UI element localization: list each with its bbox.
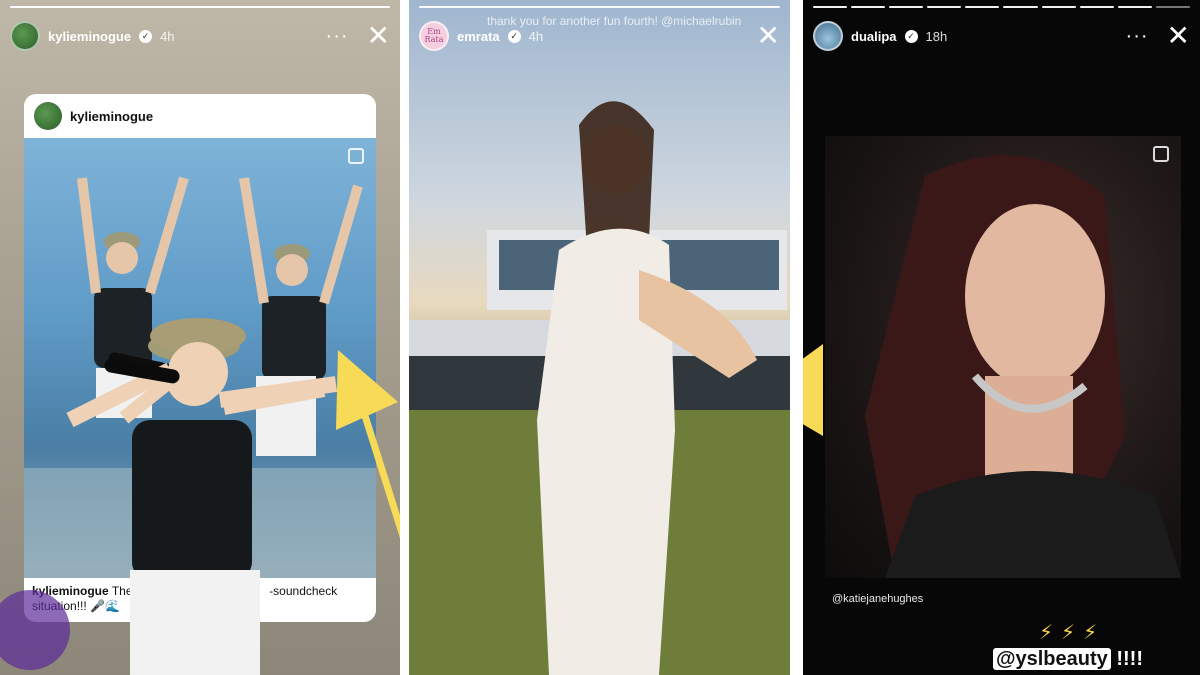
story-username[interactable]: emrata [457,29,500,44]
highlight-arrow-icon [803,344,823,436]
story-time: 4h [528,28,544,44]
story-dualipa[interactable]: dualipa ✓ 18h ··· ✕ @katiejanehughes ⚡⚡⚡… [803,0,1200,675]
highlight-arrow-icon [336,350,400,539]
avatar[interactable]: Em Rata [419,21,449,51]
story-caption-text: thank you for another fun fourth! @micha… [487,14,742,28]
story-emrata[interactable]: Em Rata emrata ✓ 4h ✕ thank you for anot… [409,0,790,675]
stories-collage: kylieminogue ✓ 4h ··· ✕ kylieminogue kyl… [0,0,1200,675]
verified-badge-icon: ✓ [507,29,521,43]
story-kylieminogue[interactable]: kylieminogue ✓ 4h ··· ✕ kylieminogue kyl… [0,0,400,675]
story-caption: thank you for another fun fourth! @micha… [487,14,787,28]
story-photo [409,101,790,675]
avatar-text: Em Rata [424,27,444,44]
story-progress-bar [419,6,780,8]
